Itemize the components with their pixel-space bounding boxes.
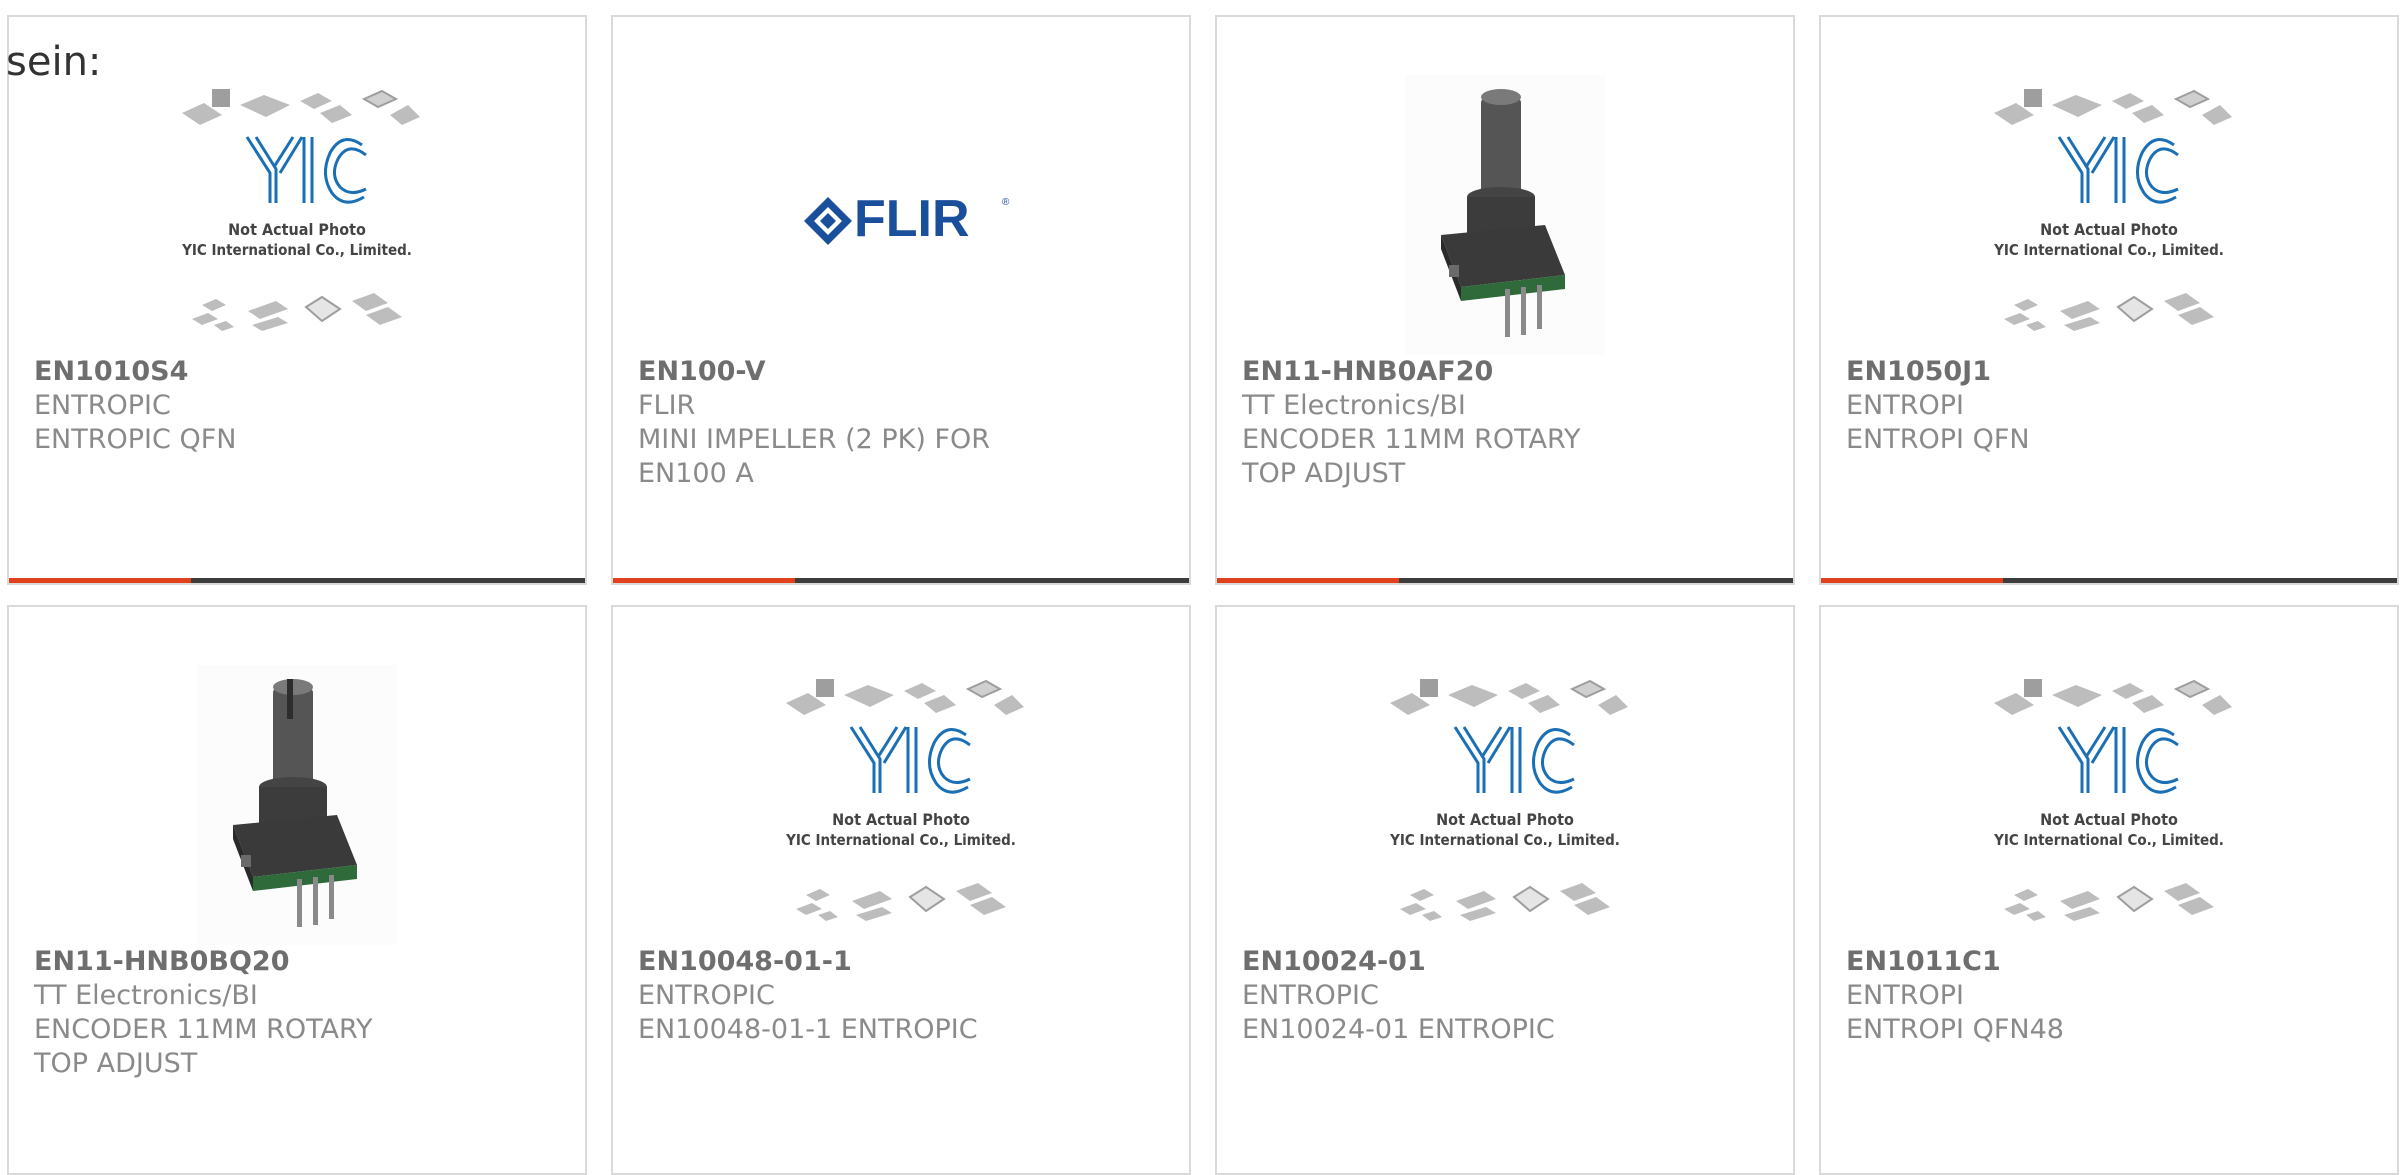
part-number[interactable]: EN11-HNB0BQ20 bbox=[34, 945, 565, 979]
flir-logo-image: FLIR ® bbox=[804, 190, 1010, 248]
product-card[interactable]: Not Actual Photo YIC International Co., … bbox=[611, 605, 1191, 1175]
placeholder-line2: YIC International Co., Limited. bbox=[181, 241, 412, 259]
part-number[interactable]: EN10048-01-1 bbox=[638, 945, 1169, 979]
flir-logo-text: FLIR bbox=[854, 190, 970, 248]
yic-placeholder-image: Not Actual Photo YIC International Co., … bbox=[1389, 679, 1628, 921]
encoder-slotted-image bbox=[197, 665, 397, 945]
description: EN10048-01-1 ENTROPIC bbox=[638, 1014, 978, 1045]
product-image: Not Actual Photo YIC International Co., … bbox=[1821, 667, 2397, 947]
placeholder-line2: YIC International Co., Limited. bbox=[1389, 831, 1620, 849]
manufacturer: TT Electronics/BI bbox=[1242, 390, 1466, 421]
manufacturer: TT Electronics/BI bbox=[34, 980, 258, 1011]
product-image: FLIR ® bbox=[613, 77, 1189, 357]
placeholder-line1: Not Actual Photo bbox=[2040, 220, 2178, 239]
manufacturer: ENTROPIC bbox=[1242, 980, 1379, 1011]
product-card[interactable]: EN11-HNB0AF20 TT Electronics/BI ENCODER … bbox=[1215, 15, 1795, 585]
placeholder-line1: Not Actual Photo bbox=[832, 810, 970, 829]
yic-placeholder-image: Not Actual Photo YIC International Co., … bbox=[181, 89, 420, 331]
product-image: Not Actual Photo YIC International Co., … bbox=[9, 77, 585, 357]
manufacturer: ENTROPIC bbox=[34, 390, 171, 421]
part-number[interactable]: EN10024-01 bbox=[1242, 945, 1773, 979]
placeholder-line1: Not Actual Photo bbox=[228, 220, 366, 239]
part-number[interactable]: EN1010S4 bbox=[34, 355, 565, 389]
yic-placeholder-image: Not Actual Photo YIC International Co., … bbox=[785, 679, 1024, 921]
card-bottom-bar bbox=[613, 578, 1189, 583]
product-card[interactable]: Not Actual Photo YIC International Co., … bbox=[1819, 605, 2399, 1175]
description: ENTROPI QFN48 bbox=[1846, 1014, 2064, 1045]
description: ENCODER 11MM ROTARY TOP ADJUST bbox=[1242, 424, 1581, 489]
yic-placeholder-image: Not Actual Photo YIC International Co., … bbox=[1993, 89, 2232, 331]
product-card[interactable]: Not Actual Photo YIC International Co., … bbox=[1819, 15, 2399, 585]
part-number[interactable]: EN100-V bbox=[638, 355, 1169, 389]
product-card[interactable]: EN11-HNB0BQ20 TT Electronics/BI ENCODER … bbox=[7, 605, 587, 1175]
description: ENTROPI QFN bbox=[1846, 424, 2030, 455]
description: ENTROPIC QFN bbox=[34, 424, 237, 455]
product-card[interactable]: FLIR ® EN100-V FLIR MINI IMPELLER (2 PK)… bbox=[611, 15, 1191, 585]
product-image bbox=[9, 665, 585, 947]
placeholder-line2: YIC International Co., Limited. bbox=[785, 831, 1016, 849]
placeholder-line2: YIC International Co., Limited. bbox=[1993, 241, 2224, 259]
intro-text: sein: bbox=[6, 39, 102, 85]
manufacturer: ENTROPIC bbox=[638, 980, 775, 1011]
placeholder-line2: YIC International Co., Limited. bbox=[1993, 831, 2224, 849]
product-image: Not Actual Photo YIC International Co., … bbox=[613, 667, 1189, 947]
manufacturer: ENTROPI bbox=[1846, 390, 1965, 421]
part-number[interactable]: EN1011C1 bbox=[1846, 945, 2377, 979]
description: ENCODER 11MM ROTARY TOP ADJUST bbox=[34, 1014, 373, 1079]
description: MINI IMPELLER (2 PK) FOR EN100 A bbox=[638, 424, 991, 489]
manufacturer: ENTROPI bbox=[1846, 980, 1965, 1011]
svg-text:®: ® bbox=[1002, 197, 1010, 208]
product-card[interactable]: Not Actual Photo YIC International Co., … bbox=[7, 15, 587, 585]
encoder-image bbox=[1405, 75, 1605, 355]
part-number[interactable]: EN1050J1 bbox=[1846, 355, 2377, 389]
card-bottom-bar bbox=[9, 578, 585, 583]
yic-placeholder-image: Not Actual Photo YIC International Co., … bbox=[1993, 679, 2232, 921]
card-bottom-bar bbox=[1217, 578, 1793, 583]
part-number[interactable]: EN11-HNB0AF20 bbox=[1242, 355, 1773, 389]
placeholder-line1: Not Actual Photo bbox=[2040, 810, 2178, 829]
product-image: Not Actual Photo YIC International Co., … bbox=[1821, 77, 2397, 357]
product-card[interactable]: Not Actual Photo YIC International Co., … bbox=[1215, 605, 1795, 1175]
description: EN10024-01 ENTROPIC bbox=[1242, 1014, 1555, 1045]
card-bottom-bar bbox=[1821, 578, 2397, 583]
product-image bbox=[1217, 75, 1793, 357]
product-image: Not Actual Photo YIC International Co., … bbox=[1217, 667, 1793, 947]
placeholder-line1: Not Actual Photo bbox=[1436, 810, 1574, 829]
manufacturer: FLIR bbox=[638, 390, 696, 421]
